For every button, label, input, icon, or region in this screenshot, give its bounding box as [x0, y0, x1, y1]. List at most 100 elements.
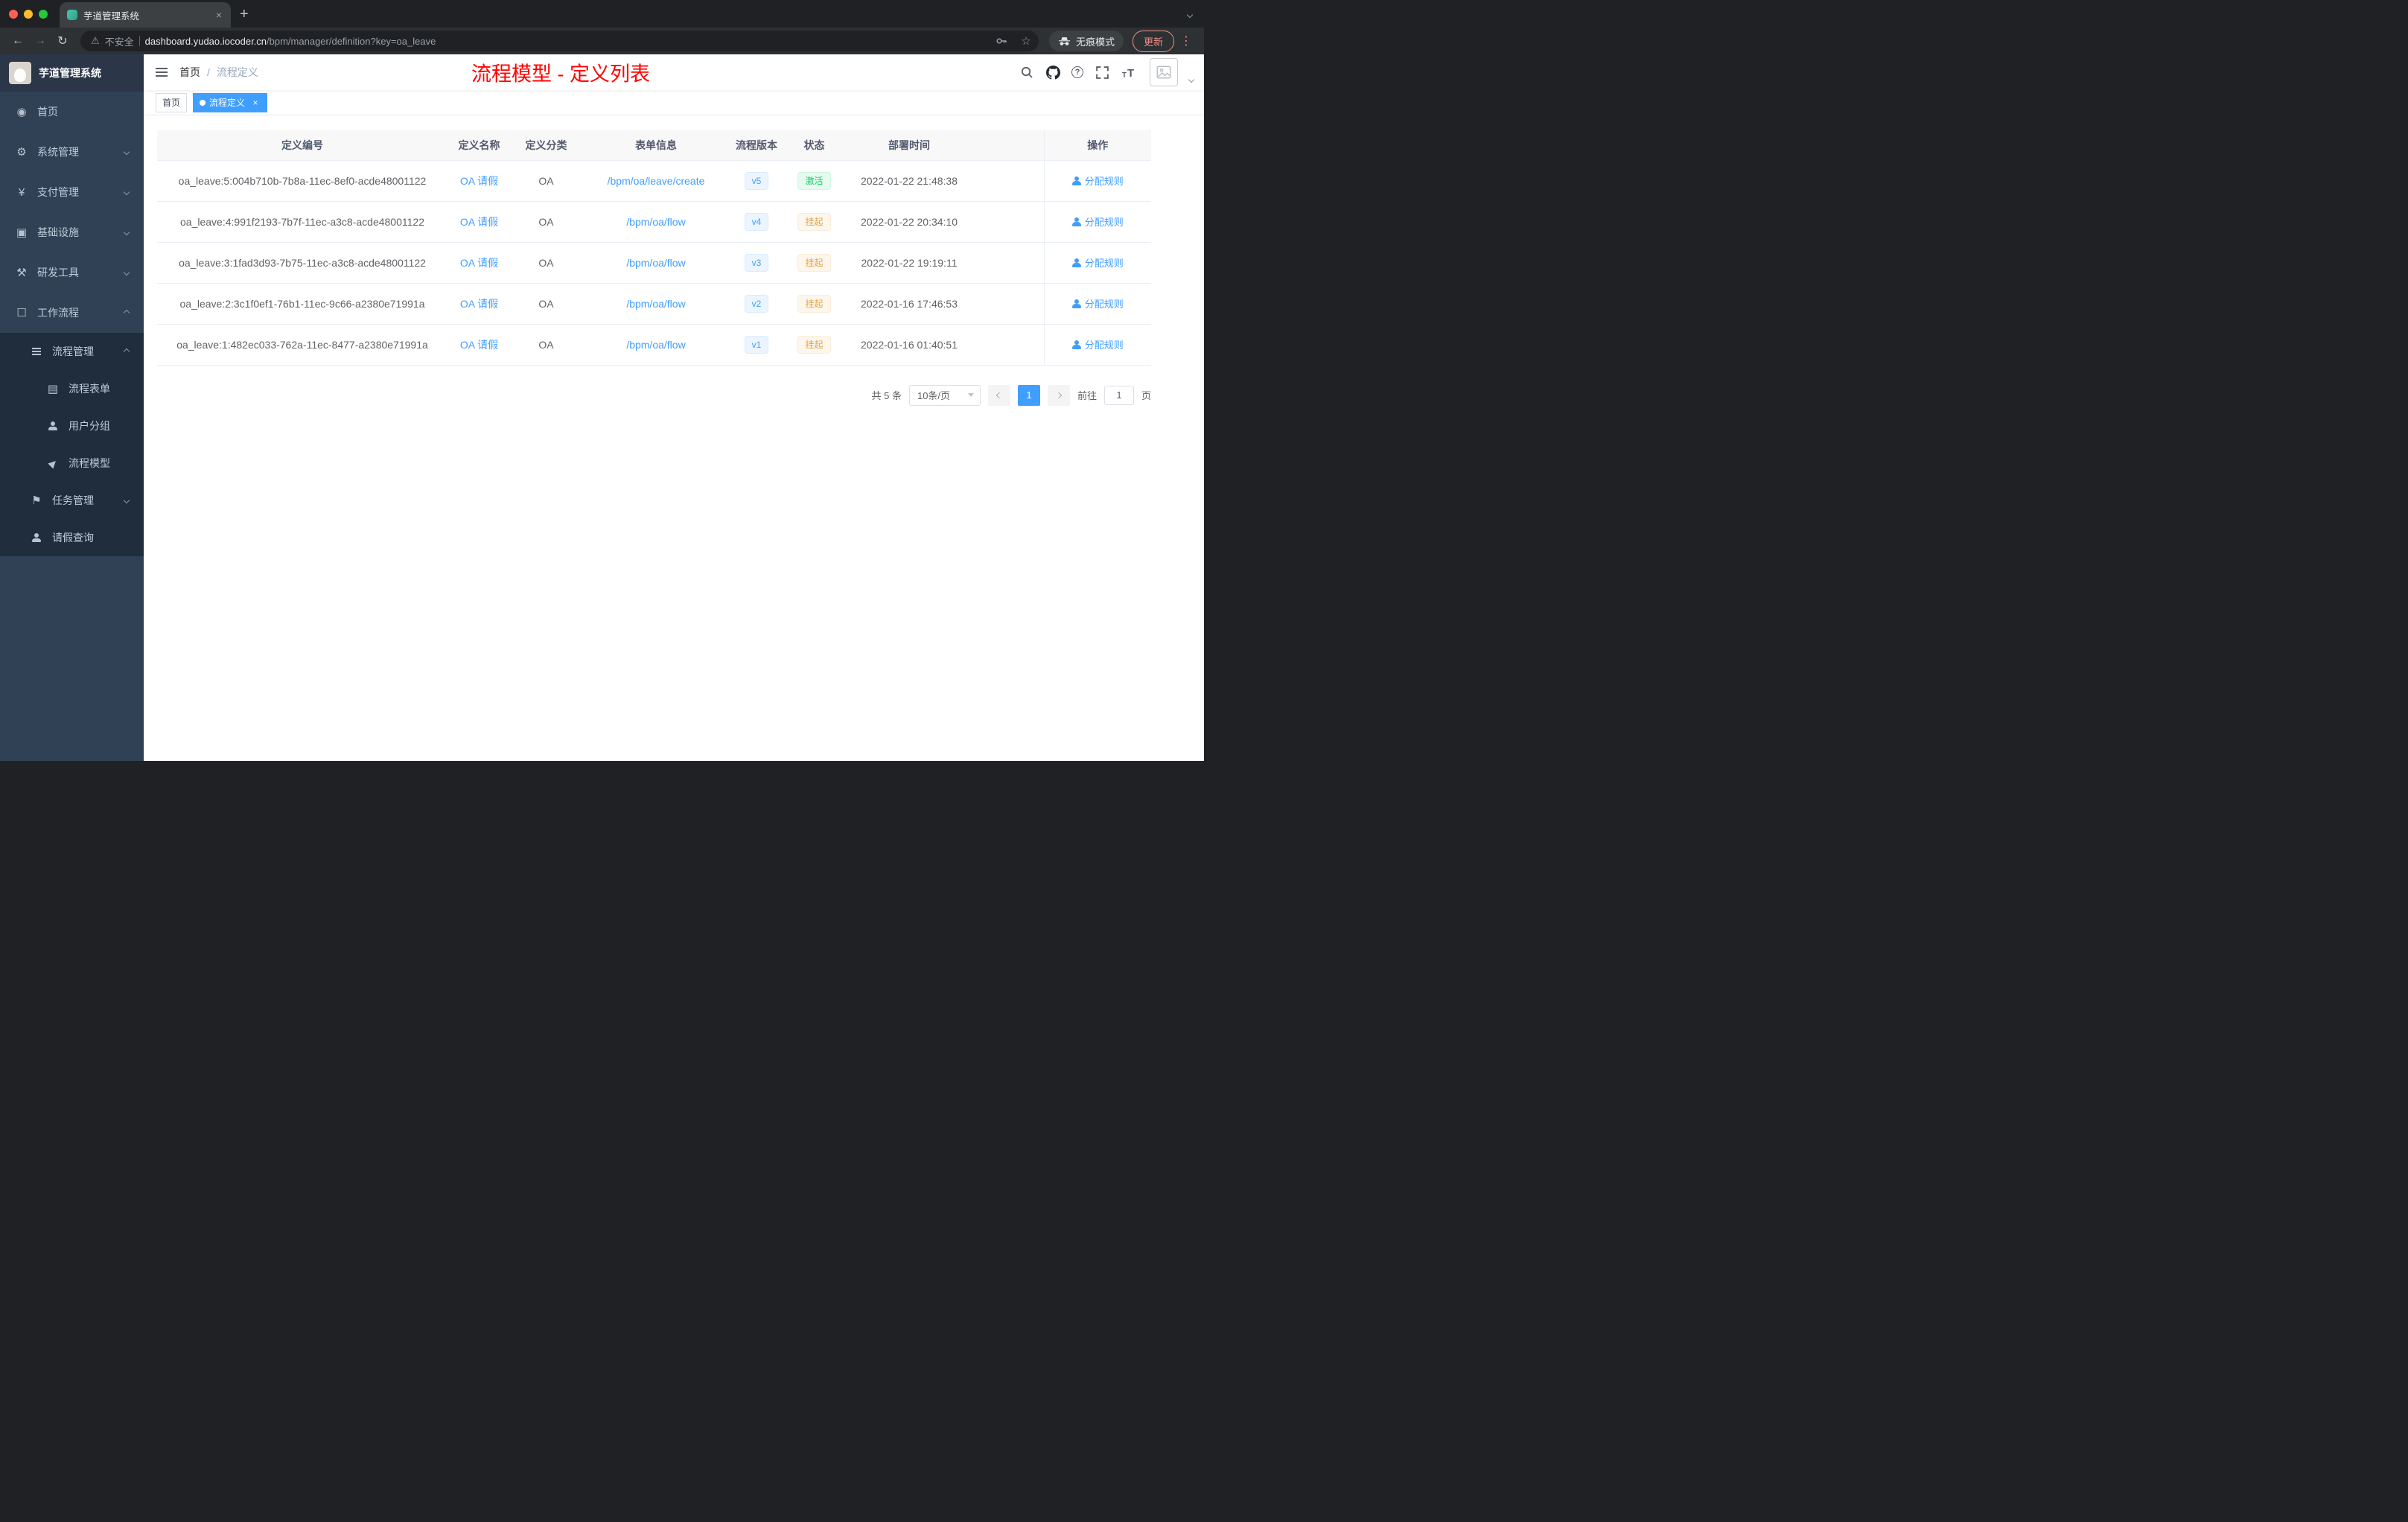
- sidebar-item-process-form[interactable]: ▤ 流程表单: [0, 370, 144, 407]
- main-area: 首页 / 流程定义 流程模型 - 定义列表 ? TT 首页 流程定义 × 定义编…: [144, 54, 1204, 761]
- definition-id: oa_leave:2:3c1f0ef1-76b1-11ec-9c66-a2380…: [179, 297, 425, 310]
- font-size-icon[interactable]: TT: [1121, 65, 1135, 80]
- sidebar-item-home[interactable]: ◉ 首页: [0, 92, 144, 132]
- workflow-submenu: 流程管理 ▤ 流程表单 用户分组 ▶ 流程模型 ⚑ 任务管理 请假查询: [0, 333, 144, 556]
- incognito-badge: 无痕模式: [1048, 31, 1124, 51]
- definition-name-link[interactable]: OA 请假: [460, 175, 498, 187]
- page-title: 流程模型 - 定义列表: [471, 63, 650, 86]
- form-link[interactable]: /bpm/oa/leave/create: [608, 175, 705, 187]
- sidebar-item-devtools[interactable]: ⚒ 研发工具: [0, 252, 144, 293]
- list-icon: [30, 351, 43, 352]
- breadcrumb: 首页 / 流程定义: [179, 65, 258, 80]
- sidebar-item-workflow[interactable]: ☐ 工作流程: [0, 293, 144, 333]
- window-zoom-button[interactable]: [39, 9, 48, 19]
- browser-menu-button[interactable]: ⋮: [1176, 34, 1197, 48]
- users-icon: [46, 421, 60, 430]
- not-secure-label: 不安全: [104, 36, 134, 48]
- back-button[interactable]: ←: [7, 31, 28, 51]
- sidebar-item-label: 系统管理: [37, 146, 79, 158]
- status-tag: 挂起: [797, 212, 831, 231]
- definition-name-link[interactable]: OA 请假: [460, 216, 498, 228]
- filler-cell: [972, 283, 1044, 325]
- tab-search-button[interactable]: [1186, 7, 1194, 21]
- assign-rule-button[interactable]: 分配规则: [1071, 255, 1124, 270]
- assign-rule-button[interactable]: 分配规则: [1071, 173, 1124, 188]
- definition-category: OA: [538, 256, 554, 269]
- page-content: 定义编号 定义名称 定义分类 表单信息 流程版本 状态 部署时间 操作 oa_l…: [144, 115, 1204, 761]
- app-shell: 芋道管理系统 ◉ 首页 ⚙ 系统管理 ¥ 支付管理 ▣ 基础设施 ⚒ 研发工具 …: [0, 54, 1204, 761]
- sidebar-item-label: 任务管理: [52, 494, 94, 506]
- next-page-button[interactable]: [1047, 384, 1070, 406]
- pagination: 共 5 条 10条/页 1 前往 页: [157, 384, 1151, 406]
- sidebar-item-user-group[interactable]: 用户分组: [0, 407, 144, 445]
- filler-cell: [972, 160, 1044, 202]
- new-tab-button[interactable]: +: [240, 7, 249, 22]
- form-link[interactable]: /bpm/oa/flow: [626, 257, 685, 269]
- prev-page-button[interactable]: [987, 384, 1010, 406]
- reload-button[interactable]: ↻: [52, 31, 73, 51]
- goto-page-input[interactable]: [1103, 385, 1134, 405]
- definition-category: OA: [538, 297, 554, 310]
- tab-close-icon[interactable]: ×: [214, 9, 223, 21]
- tag-process-definition[interactable]: 流程定义 ×: [193, 92, 268, 112]
- window-controls: [0, 9, 60, 19]
- col-header-process-version: 流程版本: [730, 130, 783, 161]
- breadcrumb-home[interactable]: 首页: [179, 65, 200, 80]
- table-header-row: 定义编号 定义名称 定义分类 表单信息 流程版本 状态 部署时间 操作: [157, 130, 1151, 161]
- sidebar-item-process-model[interactable]: ▶ 流程模型: [0, 445, 144, 482]
- sidebar-item-system[interactable]: ⚙ 系统管理: [0, 132, 144, 172]
- search-icon[interactable]: [1019, 65, 1034, 80]
- fullscreen-icon[interactable]: [1095, 65, 1109, 80]
- version-tag: v4: [744, 212, 769, 231]
- deploy-time: 2022-01-22 21:48:38: [861, 174, 958, 187]
- form-link[interactable]: /bpm/oa/flow: [626, 339, 685, 351]
- window-minimize-button[interactable]: [24, 9, 33, 19]
- definition-id: oa_leave:4:991f2193-7b7f-11ec-a3c8-acde4…: [180, 215, 424, 228]
- avatar-dropdown-caret[interactable]: [1188, 76, 1195, 83]
- send-icon: ▶: [45, 456, 60, 470]
- url-host: dashboard.yudao.iocoder.cn: [144, 35, 267, 47]
- sidebar-item-process-management[interactable]: 流程管理: [0, 333, 144, 370]
- sidebar-item-infrastructure[interactable]: ▣ 基础设施: [0, 212, 144, 252]
- definition-name-link[interactable]: OA 请假: [460, 339, 498, 351]
- site-favicon-icon: [67, 10, 77, 20]
- logo-avatar: [9, 62, 31, 84]
- person-icon: [30, 533, 43, 542]
- forward-button[interactable]: →: [30, 31, 51, 51]
- definition-name-link[interactable]: OA 请假: [460, 257, 498, 269]
- user-icon: [1071, 217, 1081, 226]
- col-header-definition-category: 定义分类: [511, 130, 582, 161]
- status-tag: 激活: [797, 171, 831, 190]
- assign-rule-button[interactable]: 分配规则: [1071, 214, 1124, 229]
- sidebar-toggle-button[interactable]: [144, 54, 179, 90]
- chevron-down-icon: [123, 269, 130, 276]
- github-icon[interactable]: [1045, 65, 1060, 80]
- assign-rule-button[interactable]: 分配规则: [1071, 337, 1124, 351]
- form-link[interactable]: /bpm/oa/flow: [626, 216, 685, 228]
- breadcrumb-separator: /: [207, 66, 210, 78]
- assign-rule-button[interactable]: 分配规则: [1071, 296, 1124, 311]
- address-bar[interactable]: ⚠ 不安全 dashboard.yudao.iocoder.cn/bpm/man…: [80, 31, 1039, 51]
- tag-close-icon[interactable]: ×: [250, 98, 261, 108]
- version-tag: v1: [744, 335, 769, 354]
- form-link[interactable]: /bpm/oa/flow: [626, 298, 685, 310]
- app-logo: 芋道管理系统: [0, 54, 144, 92]
- window-close-button[interactable]: [9, 9, 18, 19]
- page-number-button[interactable]: 1: [1017, 384, 1040, 406]
- password-key-icon[interactable]: [992, 31, 1011, 51]
- sidebar-item-payment[interactable]: ¥ 支付管理: [0, 172, 144, 212]
- user-avatar[interactable]: [1150, 58, 1178, 86]
- tag-home[interactable]: 首页: [156, 92, 188, 112]
- chrome-update-button[interactable]: 更新: [1132, 30, 1174, 52]
- definition-name-link[interactable]: OA 请假: [460, 298, 498, 310]
- bookmark-star-icon[interactable]: ☆: [1016, 31, 1036, 51]
- page-size-select[interactable]: 10条/页: [908, 384, 981, 406]
- browser-tab[interactable]: 芋道管理系统 ×: [60, 2, 231, 28]
- app-title: 芋道管理系统: [39, 67, 101, 79]
- sidebar-item-task-management[interactable]: ⚑ 任务管理: [0, 482, 144, 519]
- goto-label: 前往: [1077, 390, 1097, 401]
- help-icon[interactable]: ?: [1071, 66, 1083, 78]
- sidebar-item-leave-query[interactable]: 请假查询: [0, 519, 144, 556]
- screen: 芋道管理系统 × + ← → ↻ ⚠ 不安全 dashboard.yudao.i…: [0, 0, 1204, 761]
- col-header-filler: [972, 130, 1044, 161]
